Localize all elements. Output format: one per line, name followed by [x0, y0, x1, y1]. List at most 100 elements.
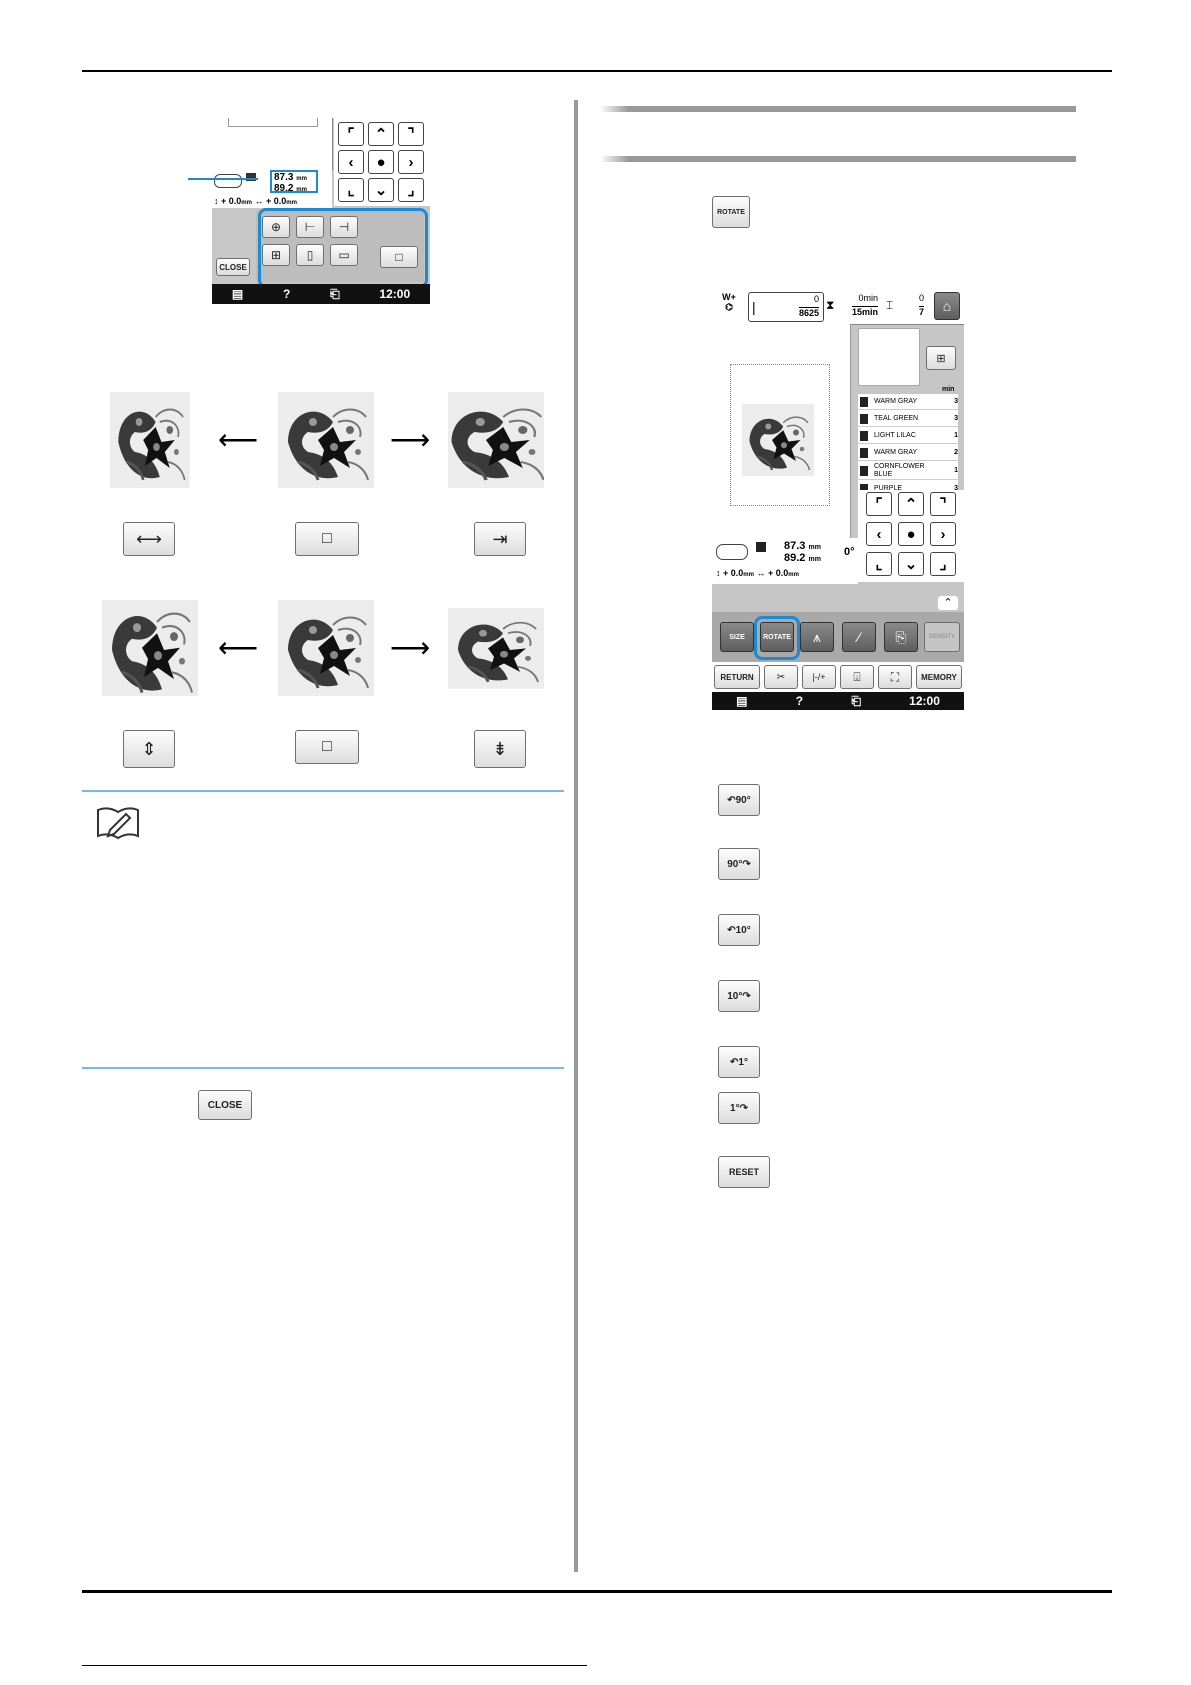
memory-button[interactable]: MEMORY: [916, 665, 962, 689]
close-button[interactable]: CLOSE: [198, 1090, 252, 1120]
rotate-left-90-label: 90°: [735, 794, 751, 806]
highlight-rotate-button: [754, 616, 800, 660]
sewing-pattern-button[interactable]: ⎘: [884, 622, 918, 652]
embroidery-area: [712, 324, 851, 554]
stretch-horizontal-example-button[interactable]: ⟷: [123, 522, 175, 556]
manual-icon[interactable]: ▤: [232, 287, 243, 301]
shrink-horizontal-example-button[interactable]: ⇥: [474, 522, 526, 556]
close-button-screen[interactable]: CLOSE: [216, 258, 250, 276]
rotate-right-90-button[interactable]: 90° ↷: [718, 848, 760, 880]
mirror-button[interactable]: ⩚: [800, 622, 834, 652]
rotate-left-90-button[interactable]: ↶ 90°: [718, 784, 760, 816]
spool-icon: [860, 465, 868, 476]
move-up-right-button[interactable]: ⌝: [930, 492, 956, 516]
offset-v-value: 0.0: [228, 196, 242, 206]
help-button[interactable]: ?: [283, 287, 290, 301]
thread-row: CORNFLOWER BLUE 1: [858, 462, 958, 480]
move-down-left-button[interactable]: ⌞: [338, 178, 364, 202]
move-down-right-button[interactable]: ⌟: [398, 178, 424, 202]
arrow-pad: ⌜ ⌃ ⌝ ‹ ● › ⌞ ⌄ ⌟: [334, 118, 430, 206]
screen-bottom-bar: ▤ ? ⎗ 12:00: [712, 692, 964, 710]
footer-thin-rule: [82, 1665, 587, 1666]
move-center-button[interactable]: ●: [898, 522, 924, 546]
thread-row: WARM GRAY 2: [858, 445, 958, 461]
density-button[interactable]: DENSITY: [924, 622, 960, 652]
header-rule: [82, 70, 1112, 72]
memo-bottom-rule: [82, 1067, 564, 1069]
section-heading-bar-bottom: [600, 156, 1076, 162]
rotate-right-90-label: 90°: [727, 858, 743, 870]
return-button[interactable]: RETURN: [714, 665, 760, 689]
embroidery-original-2: [278, 600, 374, 696]
spool-icon: [860, 447, 868, 458]
offset-unit-2: mm: [286, 200, 297, 206]
size-button[interactable]: SIZE: [720, 622, 754, 652]
thread-name: CORNFLOWER BLUE: [874, 462, 925, 478]
time-total: 15min: [851, 306, 878, 317]
size-unit: mm: [808, 544, 821, 551]
presser-foot-w-icon: W+ ⌬: [722, 292, 736, 312]
embroidery-short-vertical: [448, 606, 544, 691]
top-info-bar: W+ ⌬ | 0 8625 ⧗ 0min 15min ⌶ 0 7 ⌂: [712, 290, 964, 325]
move-up-button[interactable]: ⌃: [898, 492, 924, 516]
reset-size-example-button-2[interactable]: □: [295, 730, 359, 764]
min-label: min: [942, 386, 955, 393]
shrink-vertical-example-button[interactable]: ⇟: [474, 730, 526, 768]
offset-unit: mm: [241, 200, 252, 206]
rotate-left-10-label: 10°: [735, 924, 751, 936]
move-up-left-button[interactable]: ⌜: [338, 122, 364, 146]
rotate-right-1-button[interactable]: 1° ↷: [718, 1092, 760, 1124]
move-down-left-button[interactable]: ⌞: [866, 552, 892, 576]
home-button[interactable]: ⌂: [934, 292, 960, 320]
offset-unit: mm: [743, 572, 754, 578]
embroidery-wide-horizontal: [448, 392, 544, 488]
move-center-button[interactable]: ●: [368, 150, 394, 174]
section-heading-bar-top: [600, 106, 1076, 112]
rotate-left-10-button[interactable]: ↶ 10°: [718, 914, 760, 946]
rotate-left-1-button[interactable]: ↶ 1°: [718, 1046, 760, 1078]
preview-button[interactable]: ⊞: [926, 346, 956, 370]
memo-pencil-icon: [97, 807, 139, 840]
offset-row: ↕ + 0.0mm ↔ + 0.0mm: [214, 196, 297, 206]
highlight-size-buttons: [258, 208, 428, 288]
hourglass-icon: ⧗: [826, 298, 835, 312]
line-button[interactable]: ⁄: [842, 622, 876, 652]
move-up-right-button[interactable]: ⌝: [398, 122, 424, 146]
bottom-buttons-row: RETURN ✂ |-/+ ⍗ ⛶ MEMORY: [712, 662, 964, 692]
move-down-right-button[interactable]: ⌟: [930, 552, 956, 576]
thread-row: TEAL GREEN 3: [858, 411, 958, 427]
expand-toggle-icon[interactable]: ⌃: [938, 596, 958, 610]
move-down-button[interactable]: ⌄: [898, 552, 924, 576]
offset-row: ↕ + 0.0mm ↔ + 0.0mm: [716, 568, 799, 578]
color-total: 7: [918, 306, 924, 317]
embroidery-tall-vertical: [102, 600, 198, 696]
time-counter: ⧗ 0min 15min: [824, 292, 882, 320]
time-current: 0min: [858, 293, 878, 303]
size-screen: 87.3 mm 89.2 mm 0° ↕ + 0.0mm ↔ + 0.0mm ⌜…: [212, 118, 430, 304]
angle-value: 0°: [844, 546, 855, 558]
stitch-current: 0: [813, 294, 819, 304]
stretch-vertical-example-button[interactable]: ⇕: [123, 730, 175, 768]
needle-down-button[interactable]: ⍗: [840, 665, 874, 689]
move-up-button[interactable]: ⌃: [368, 122, 394, 146]
move-down-button[interactable]: ⌄: [368, 178, 394, 202]
reset-size-example-button-1[interactable]: □: [295, 522, 359, 556]
edit-buttons-row: SIZE ROTATE ⩚ ⁄ ⎘ DENSITY: [712, 612, 964, 662]
move-left-button[interactable]: ‹: [866, 522, 892, 546]
trial-button[interactable]: ⛶: [878, 665, 912, 689]
move-right-button[interactable]: ›: [398, 150, 424, 174]
move-left-button[interactable]: ‹: [338, 150, 364, 174]
needle-plus-minus-button[interactable]: |-/+: [802, 665, 836, 689]
manual-icon[interactable]: ▤: [736, 694, 747, 708]
rotate-step-button[interactable]: ROTATE: [712, 196, 750, 228]
help-button[interactable]: ?: [796, 694, 803, 708]
reset-rotation-button[interactable]: RESET: [718, 1156, 770, 1188]
presser-foot-icon[interactable]: ⎗: [330, 287, 340, 302]
move-right-button[interactable]: ›: [930, 522, 956, 546]
stitch-total: 8625: [798, 307, 819, 318]
rotate-right-10-button[interactable]: 10° ↷: [718, 980, 760, 1012]
presser-foot-icon[interactable]: ⎗: [851, 694, 861, 709]
move-up-left-button[interactable]: ⌜: [866, 492, 892, 516]
embroidery-design-preview: [742, 404, 814, 476]
thread-trim-button[interactable]: ✂: [764, 665, 798, 689]
